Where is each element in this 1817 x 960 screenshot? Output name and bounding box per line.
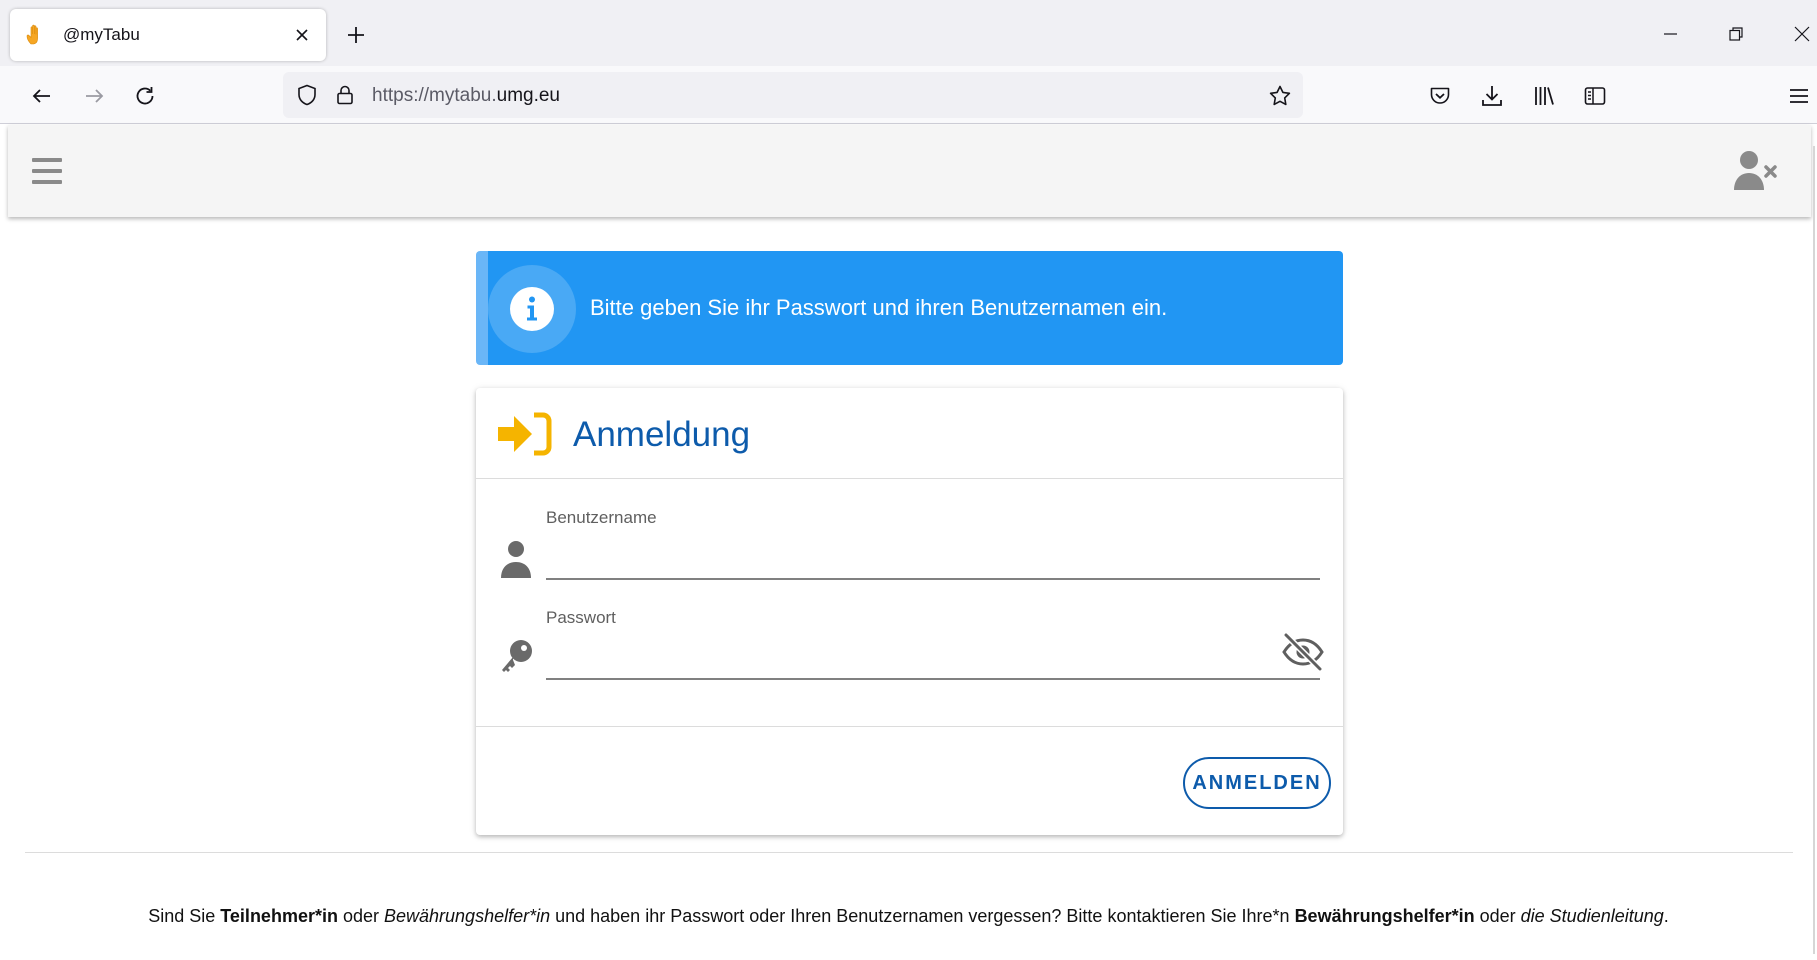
help-text-part: . xyxy=(1663,906,1669,926)
address-bar[interactable]: https://mytabu.umg.eu xyxy=(283,72,1303,118)
help-text: Sind Sie Teilnehmer*in oder Bewährungshe… xyxy=(0,906,1817,927)
card-actions: ANMELDEN xyxy=(476,726,1343,835)
help-text-part: Sind Sie xyxy=(148,906,221,926)
help-text-part: und haben ihr Passwort oder Ihren Benutz… xyxy=(550,906,1295,926)
password-input[interactable] xyxy=(546,646,1320,680)
info-alert: Bitte geben Sie ihr Passwort und ihren B… xyxy=(476,251,1343,365)
help-text-bold: Teilnehmer*in xyxy=(220,906,338,926)
lock-icon[interactable] xyxy=(333,83,357,107)
downloads-icon[interactable] xyxy=(1479,83,1505,109)
url-prefix: https://mytabu. xyxy=(372,85,497,106)
app-header xyxy=(8,125,1811,217)
browser-toolbar: https://mytabu.umg.eu xyxy=(0,66,1817,124)
reload-icon[interactable] xyxy=(132,83,158,109)
help-text-italic: Bewährungshelfer*in xyxy=(384,906,551,926)
url-host: umg.eu xyxy=(496,85,560,106)
close-window-icon[interactable] xyxy=(1790,22,1814,46)
login-button[interactable]: ANMELDEN xyxy=(1183,757,1331,809)
browser-tab-strip: @myTabu xyxy=(0,0,1817,66)
login-card: Anmeldung Benutzername Passwort ANMELDEN xyxy=(476,388,1343,835)
hamburger-menu-icon[interactable] xyxy=(30,155,66,187)
password-label: Passwort xyxy=(546,608,616,627)
tab-close-icon[interactable] xyxy=(290,23,314,47)
minimize-icon[interactable] xyxy=(1658,22,1682,46)
info-icon xyxy=(509,286,555,332)
help-text-italic: die Studienleitung xyxy=(1520,906,1664,926)
key-icon xyxy=(498,638,534,678)
help-text-bold: Bewährungshelfer*in xyxy=(1294,906,1475,926)
new-tab-icon[interactable] xyxy=(344,23,368,47)
pocket-icon[interactable] xyxy=(1427,83,1453,109)
forward-icon[interactable] xyxy=(81,83,107,109)
sign-in-icon xyxy=(498,412,552,456)
password-field: Passwort xyxy=(476,608,1343,698)
back-icon[interactable] xyxy=(29,83,55,109)
alert-icon-halo xyxy=(488,265,576,353)
footer-divider xyxy=(25,852,1793,853)
username-field: Benutzername xyxy=(476,508,1343,598)
help-text-part: oder xyxy=(337,906,384,926)
alert-message: Bitte geben Sie ihr Passwort und ihren B… xyxy=(590,295,1168,320)
eye-slash-icon[interactable] xyxy=(1281,632,1325,672)
user-logged-out-icon[interactable] xyxy=(1733,150,1779,190)
card-title: Anmeldung xyxy=(573,415,751,454)
help-text-part: oder xyxy=(1474,906,1521,926)
card-header: Anmeldung xyxy=(476,388,1343,479)
username-label: Benutzername xyxy=(546,508,657,527)
bookmark-star-icon[interactable] xyxy=(1267,83,1293,109)
library-icon[interactable] xyxy=(1531,83,1557,109)
sidebar-icon[interactable] xyxy=(1582,83,1608,109)
username-input[interactable] xyxy=(546,546,1320,580)
hand-icon xyxy=(24,23,48,47)
url-text[interactable]: https://mytabu.umg.eu xyxy=(372,85,560,107)
restore-icon[interactable] xyxy=(1724,22,1748,46)
scrollbar[interactable] xyxy=(1813,146,1815,954)
tab-title: @myTabu xyxy=(63,25,140,44)
app-menu-icon[interactable] xyxy=(1786,83,1812,109)
user-icon xyxy=(498,539,534,579)
browser-tab[interactable]: @myTabu xyxy=(10,9,326,61)
shield-icon[interactable] xyxy=(295,83,319,107)
